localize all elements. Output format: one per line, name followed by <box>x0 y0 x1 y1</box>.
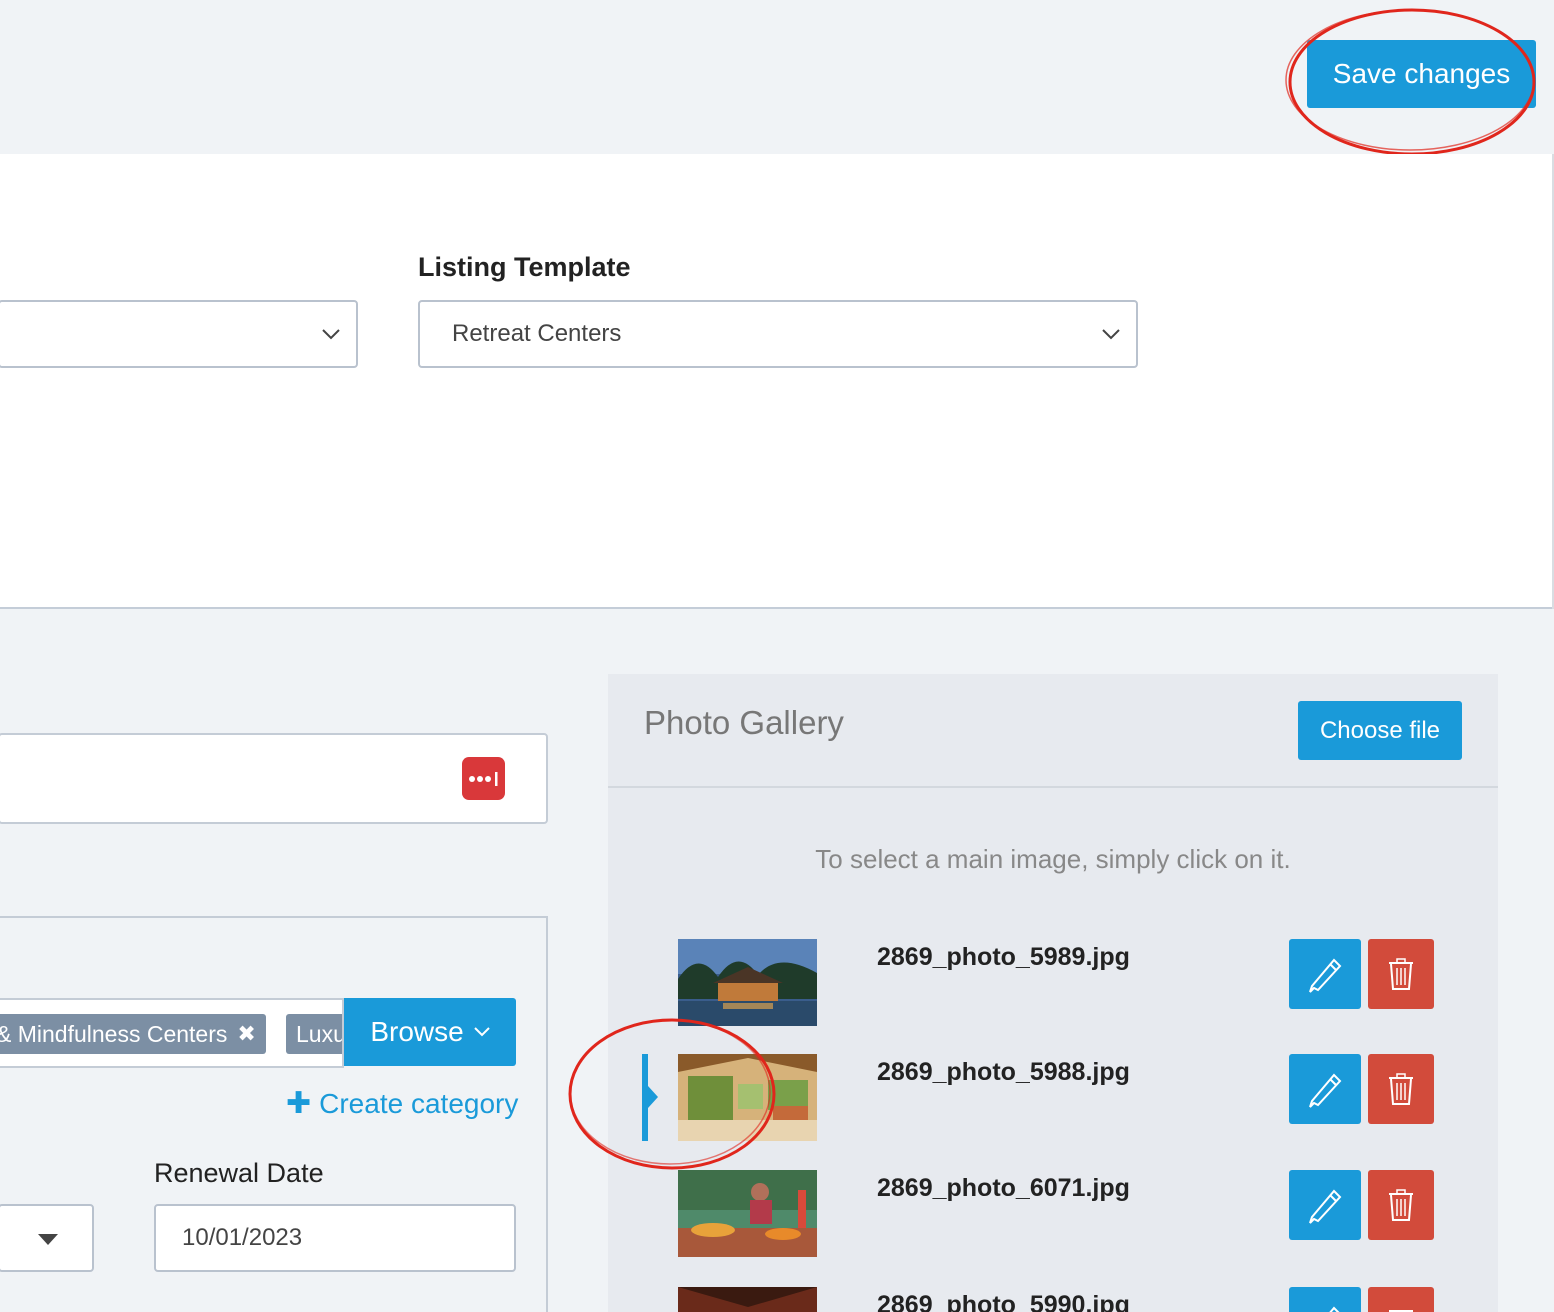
renewal-date-label: Renewal Date <box>154 1158 324 1188</box>
trash-icon <box>1389 1189 1413 1221</box>
top-toolbar: Save changes <box>0 0 1554 154</box>
pencil-icon <box>1309 958 1342 993</box>
caret-down-icon <box>38 1234 58 1245</box>
create-category-label: Create category <box>319 1087 519 1119</box>
chevron-down-icon <box>1102 329 1120 340</box>
photo-thumbnail[interactable] <box>678 1054 817 1141</box>
category-chip[interactable]: & Mindfulness Centers ✖ <box>0 1014 266 1054</box>
photo-filename: 2869_photo_5990.jpg <box>877 1291 1130 1312</box>
listing-settings-panel <box>0 154 1554 609</box>
edit-photo-button[interactable] <box>1289 1054 1361 1124</box>
choose-file-button[interactable]: Choose file <box>1298 701 1462 760</box>
edit-photo-button[interactable] <box>1289 939 1361 1009</box>
browse-label: Browse <box>370 1016 464 1047</box>
listing-template-label: Listing Template <box>418 252 631 282</box>
listing-template-select[interactable]: Retreat Centers <box>418 300 1138 368</box>
gallery-hint: To select a main image, simply click on … <box>815 844 1291 874</box>
category-chip-label: & Mindfulness Centers <box>0 1020 228 1047</box>
photo-gallery-panel: Photo Gallery Choose file To select a ma… <box>608 674 1498 1312</box>
photo-filename: 2869_photo_5988.jpg <box>877 1058 1130 1086</box>
chevron-down-icon <box>473 1027 490 1037</box>
photo-row: 2869_photo_5990.jpg <box>608 1287 1498 1312</box>
photo-filename: 2869_photo_5989.jpg <box>877 943 1130 971</box>
photo-thumbnail[interactable] <box>678 1170 817 1257</box>
photo-gallery-header: Photo Gallery Choose file <box>608 674 1498 788</box>
status-dropdown[interactable] <box>0 1204 94 1272</box>
photo-row: 2869_photo_5989.jpg <box>608 939 1498 1029</box>
chevron-down-icon <box>322 329 340 340</box>
category-chip[interactable]: Luxury Retreats <box>286 1014 342 1054</box>
delete-photo-button[interactable] <box>1368 1054 1434 1124</box>
password-manager-icon[interactable] <box>462 757 505 800</box>
create-category-link[interactable]: ✚ Create category <box>286 1086 518 1121</box>
delete-photo-button[interactable] <box>1368 1287 1434 1312</box>
plus-icon: ✚ <box>286 1087 312 1120</box>
delete-photo-button[interactable] <box>1368 1170 1434 1240</box>
renewal-date-value: 10/01/2023 <box>182 1224 303 1251</box>
pencil-icon <box>1309 1073 1342 1108</box>
trash-icon <box>1389 1073 1413 1105</box>
browse-button[interactable]: Browse <box>344 998 516 1066</box>
pencil-icon <box>1329 1306 1340 1312</box>
trash-icon <box>1389 958 1413 990</box>
pencil-icon <box>1309 1189 1342 1224</box>
edit-photo-button[interactable] <box>1289 1170 1361 1240</box>
photo-row-selected: 2869_photo_5988.jpg <box>608 1054 1498 1144</box>
renewal-date-input[interactable]: 10/01/2023 <box>154 1204 516 1272</box>
photo-filename: 2869_photo_6071.jpg <box>877 1174 1130 1202</box>
save-changes-button[interactable]: Save changes <box>1307 40 1536 108</box>
listing-template-value: Retreat Centers <box>452 320 622 347</box>
trash-icon <box>1389 1310 1413 1312</box>
photo-thumbnail[interactable] <box>678 1287 817 1312</box>
delete-photo-button[interactable] <box>1368 939 1434 1009</box>
category-chips[interactable]: & Mindfulness Centers ✖ Luxury Retreats <box>0 998 344 1068</box>
photo-thumbnail[interactable] <box>678 939 817 1026</box>
category-chip-label: Luxury Retreats <box>296 1020 342 1047</box>
left-dropdown[interactable] <box>0 300 358 368</box>
photo-row: 2869_photo_6071.jpg <box>608 1170 1498 1260</box>
edit-photo-button[interactable] <box>1289 1287 1361 1312</box>
main-image-arrow <box>648 1086 658 1108</box>
close-icon[interactable]: ✖ <box>237 1021 255 1047</box>
photo-gallery-title: Photo Gallery <box>644 704 844 741</box>
